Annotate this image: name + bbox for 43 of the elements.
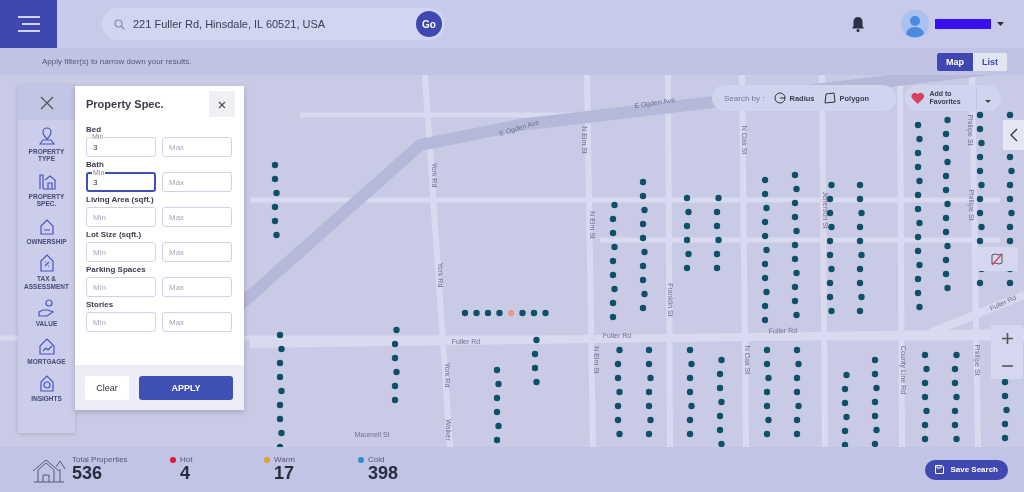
caret-icon: [985, 99, 991, 103]
search-field[interactable]: 221 Fuller Rd, Hinsdale, IL 60521, USA Go: [102, 8, 445, 40]
radius-icon: [774, 92, 787, 104]
stat-count: 536: [72, 464, 103, 484]
stat-label: Total Properties: [72, 455, 129, 465]
minus-icon: [1001, 364, 1013, 367]
field-label: Living Area (sqft.): [86, 195, 155, 204]
layer-toggle-button[interactable]: [975, 247, 1018, 271]
field-label: Bath: [86, 160, 105, 169]
chevron-left-icon: [1009, 128, 1018, 142]
pin-icon: [36, 126, 57, 146]
stat-count: 4: [179, 464, 191, 484]
caret-icon[interactable]: [997, 22, 1004, 26]
map-off-icon: [990, 252, 1003, 266]
save-search-button[interactable]: Save Search: [925, 459, 1008, 480]
close-icon: [39, 95, 54, 110]
stat-label: Cold: [368, 455, 385, 465]
search-icon: [114, 18, 125, 30]
plus-icon: [1001, 333, 1013, 344]
stat-count: 398: [367, 464, 400, 484]
view-toggle-tab[interactable]: Map: [937, 52, 973, 71]
stat-label: Warm: [274, 455, 296, 465]
field-label: Lot Size (sqft.): [86, 230, 143, 239]
heart-icon: [911, 91, 925, 105]
field-label: Bed: [86, 125, 103, 134]
polygon-icon: [824, 92, 837, 104]
field-label: Stories: [86, 300, 115, 309]
redacted-name: [935, 19, 991, 29]
go-button[interactable]: Go: [416, 11, 442, 37]
notification-bell-icon[interactable]: [851, 16, 865, 32]
search-by-label: Search by :: [724, 93, 765, 103]
apply-button[interactable]: APPLY: [139, 375, 233, 400]
menu-button[interactable]: [0, 0, 57, 48]
stat-label: Hot: [180, 455, 193, 465]
save-icon: [935, 465, 945, 474]
filter-hint: Apply filter(s) to narrow down your results.: [42, 57, 193, 66]
close-icon: [218, 100, 226, 109]
panel-title: Property Spec.: [86, 98, 164, 110]
clear-button[interactable]: Clear: [85, 375, 129, 400]
menu-icon: [17, 16, 40, 32]
field-label: Parking Spaces: [86, 265, 147, 274]
collapse-button[interactable]: [1003, 120, 1024, 150]
stat-count: 17: [273, 464, 296, 484]
